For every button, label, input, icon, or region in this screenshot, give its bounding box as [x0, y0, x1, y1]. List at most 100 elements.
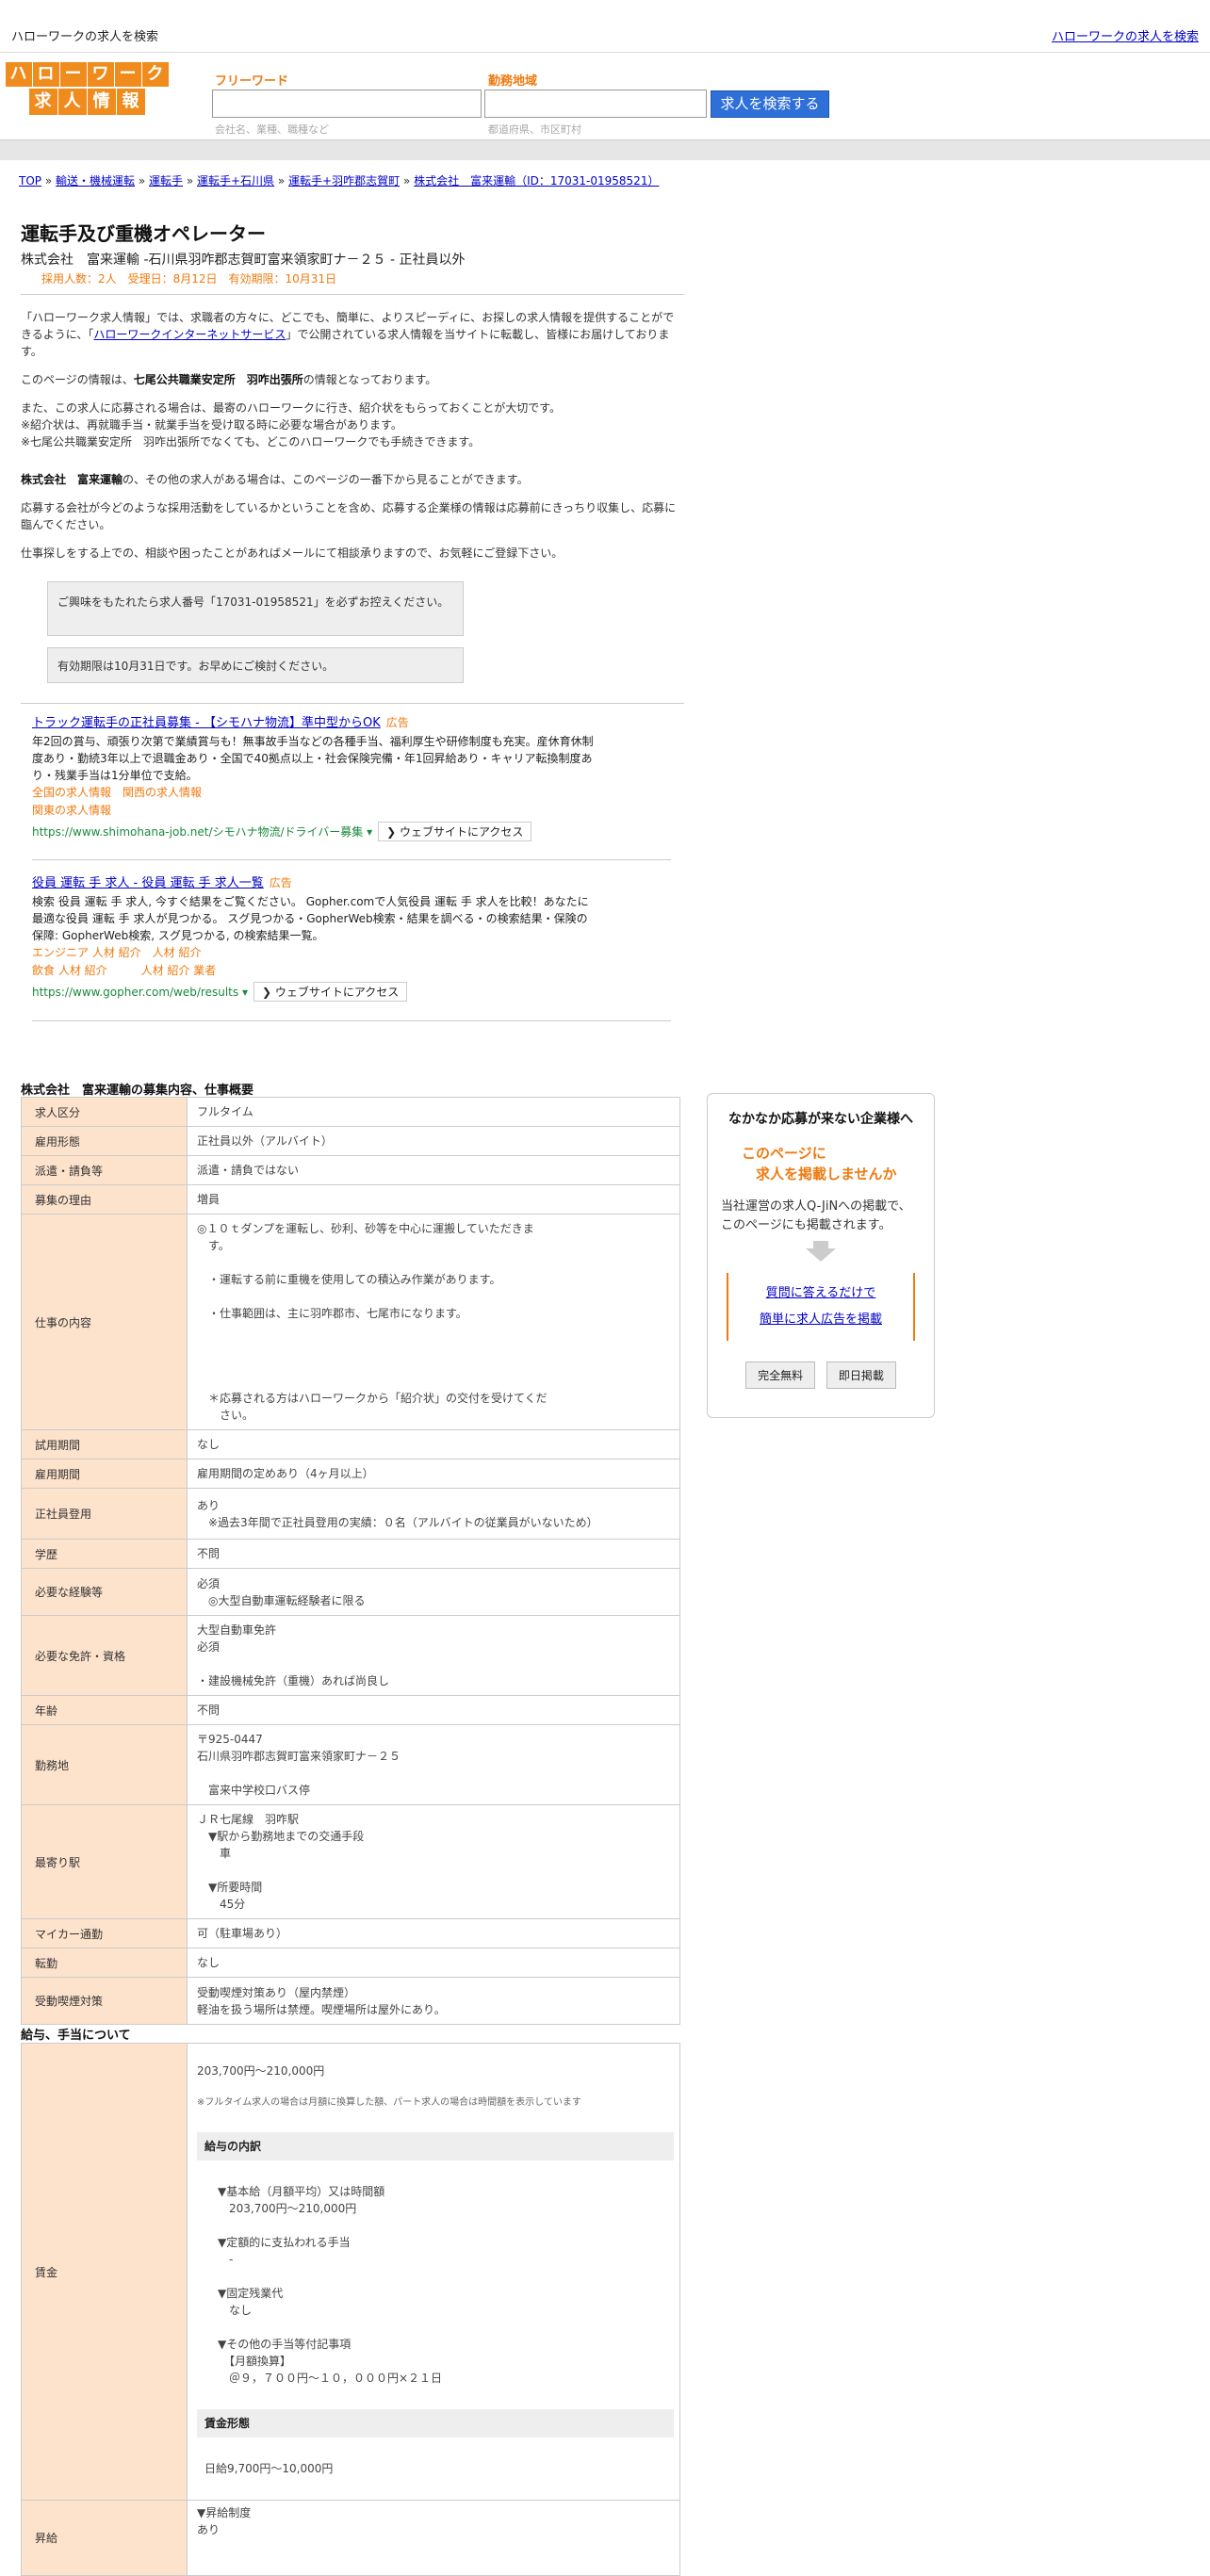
site-title: ハローワークの求人を検索 — [11, 30, 159, 44]
promo-links: 質問に答えるだけで 簡単に求人広告を掲載 — [727, 1273, 915, 1341]
divider — [21, 294, 684, 295]
row-value: 〒925-0447 石川県羽咋郡志賀町富来領家町ナ－２５ 富来中学校口バス停 — [187, 1724, 680, 1805]
job-details-heading: 株式会社 富来運輸の募集内容、仕事概要 — [21, 1084, 254, 1098]
row-label: 勤務地 — [21, 1724, 188, 1805]
search-button[interactable]: 求人を検索する — [711, 90, 829, 118]
breadcrumb-top[interactable]: TOP — [19, 174, 41, 187]
divider — [21, 703, 684, 704]
table-row: 受動喫煙対策 受動喫煙対策あり（屋内禁煙） 軽油を扱う場所は禁煙。喫煙場所は屋外に… — [21, 1977, 680, 2025]
row-value: 可（駐車場あり） — [187, 1918, 680, 1948]
row-label: 転勤 — [21, 1948, 188, 1978]
row-label: 賃金 — [21, 2043, 188, 2501]
ad-url[interactable]: https://www.gopher.com/web/results — [32, 986, 238, 999]
arrow-down-icon — [806, 1248, 836, 1262]
ad-headline[interactable]: トラック運転手の正社員募集 - 【シモハナ物流】準中型からOK — [32, 716, 381, 730]
row-label: 最寄り駅 — [21, 1804, 188, 1919]
table-row: 求人区分 フルタイム — [21, 1097, 680, 1127]
table-row: 昇給 ▼昇給制度 あり — [21, 2500, 680, 2576]
breadcrumb-driver-ishikawa[interactable]: 運転手+石川県 — [197, 174, 274, 187]
row-value: ◎１０ｔダンプを運転し、砂利、砂等を中心に運搬していただきま す。 ・運転する前… — [187, 1214, 680, 1430]
consult-paragraph: 仕事探しをする上での、相談や困ったことがあればメールにて相談承りますので、お気軽… — [21, 546, 564, 560]
row-label: 正社員登用 — [21, 1488, 188, 1540]
breadcrumb-company[interactable]: 株式会社 富来運輸（ID：17031-01958521） — [414, 174, 659, 187]
search-header: ハローワーク 求人情報 フリーワード 会社名、業種、職種など 勤務地域 都道府県… — [0, 53, 1210, 139]
hellowork-internet-link[interactable]: ハローワークインターネットサービス — [93, 328, 286, 341]
job-meta: 採用人数：2人 受理日：8月12日 有効期限：10月31日 — [41, 272, 337, 285]
table-row: マイカー通勤 可（駐車場あり） — [21, 1918, 680, 1948]
area-placeholder: 都道府県、市区町村 — [488, 123, 581, 136]
table-row: 試用期間 なし — [21, 1429, 680, 1459]
ad-body: 年2回の賞与、頑張り次第で業績賞与も！無事故手当などの各種手当、福利厚生や研修制… — [32, 735, 594, 782]
divider — [32, 859, 671, 860]
table-row: 雇用期間 雇用期間の定めあり（4ヶ月以上） — [21, 1459, 680, 1489]
ad-sublink[interactable]: 人材 紹介 — [153, 946, 202, 959]
ad-sublink[interactable]: 全国の求人情報 — [32, 786, 111, 799]
intro-paragraph: 「ハローワーク求人情報」では、求職者の方々に、どこでも、簡単に、よりスピーディに… — [21, 311, 675, 358]
table-row: 賃金 203,700円〜210,000円 ※フルタイム求人の場合は月額に換算した… — [21, 2043, 680, 2501]
ad-sublink[interactable]: 人材 紹介 業者 — [141, 964, 217, 977]
table-row: 年齢 不問 — [21, 1695, 680, 1725]
freeword-input[interactable] — [212, 90, 482, 118]
advertise-promo-box: なかなか応募が来ない企業様へ このページに 求人を掲載しませんか 当社運営の求人… — [707, 1093, 935, 1418]
area-input[interactable] — [484, 90, 707, 118]
salary-form-heading: 賃金形態 — [197, 2409, 674, 2437]
row-value: 受動喫煙対策あり（屋内禁煙） 軽油を扱う場所は禁煙。喫煙場所は屋外にあり。 — [187, 1977, 680, 2025]
row-label: 必要な免許・資格 — [21, 1615, 188, 1696]
row-label: 仕事の内容 — [21, 1214, 188, 1430]
table-row: 必要な経験等 必須 ◎大型自動車運転経験者に限る — [21, 1568, 680, 1616]
area-label: 勤務地域 — [488, 74, 538, 89]
breadcrumb-driver[interactable]: 運転手 — [149, 174, 183, 187]
row-value: 雇用期間の定めあり（4ヶ月以上） — [187, 1459, 680, 1489]
visit-website-button[interactable]: ❯ ウェブサイトにアクセス — [253, 982, 408, 1002]
promo-buttons: 完全無料 即日掲載 — [708, 1361, 934, 1389]
arrow-down-icon — [813, 1241, 828, 1248]
logo-row-1: ハローワーク — [4, 62, 170, 87]
ad-sublink[interactable]: エンジニア 人材 紹介 — [32, 946, 141, 959]
breadcrumb-driver-shika[interactable]: 運転手+羽咋郡志賀町 — [288, 174, 400, 187]
same-day-button[interactable]: 即日掲載 — [826, 1361, 896, 1389]
visit-website-button[interactable]: ❯ ウェブサイトにアクセス — [378, 822, 532, 841]
row-value: ＪＲ七尾線 羽咋駅 ▼駅から勤務地までの交通手段 車 ▼所要時間 45分 — [187, 1804, 680, 1919]
row-label: 昇給 — [21, 2500, 188, 2576]
job-header: 運転手及び重機オペレーター 株式会社 富来運輸 -石川県羽咋郡志賀町富来領家町ナ… — [21, 219, 684, 286]
row-value: 派遣・請負ではない — [187, 1155, 680, 1185]
hellowork-logo[interactable]: ハローワーク 求人情報 — [4, 62, 170, 117]
ad-sublink[interactable]: 関東の求人情報 — [32, 804, 111, 817]
ad-block-2: 役員 運転 手 求人 - 役員 運転 手 求人一覧 広告 検索 役員 運転 手 求… — [32, 872, 597, 1002]
table-row: 最寄り駅 ＪＲ七尾線 羽咋駅 ▼駅から勤務地までの交通手段 車 ▼所要時間 45分 — [21, 1804, 680, 1919]
table-row: 勤務地 〒925-0447 石川県羽咋郡志賀町富来領家町ナ－２５ 富来中学校口バス… — [21, 1724, 680, 1805]
salary-cell: 203,700円〜210,000円 ※フルタイム求人の場合は月額に換算した額、パ… — [187, 2043, 680, 2501]
table-row: 雇用形態 正社員以外（アルバイト） — [21, 1126, 680, 1156]
row-label: 受動喫煙対策 — [21, 1977, 188, 2025]
promo-link-questions[interactable]: 質問に答えるだけで — [766, 1286, 876, 1300]
row-label: 雇用期間 — [21, 1459, 188, 1489]
ad-url[interactable]: https://www.shimohana-job.net/シモハナ物流/ドライ… — [32, 825, 363, 839]
row-label: 年齢 — [21, 1695, 188, 1725]
table-row: 仕事の内容 ◎１０ｔダンプを運転し、砂利、砂等を中心に運搬していただきま す。 ・… — [21, 1214, 680, 1430]
ad-tag: 広告 — [385, 716, 409, 729]
freeword-label: フリーワード — [215, 74, 289, 89]
table-row: 募集の理由 増員 — [21, 1184, 680, 1215]
ad-sublink[interactable]: 飲食 人材 紹介 — [32, 964, 107, 977]
ad-headline[interactable]: 役員 運転 手 求人 - 役員 運転 手 求人一覧 — [32, 876, 264, 890]
salary-table: 賃金 203,700円〜210,000円 ※フルタイム求人の場合は月額に換算した… — [21, 2043, 680, 2576]
table-row: 必要な免許・資格 大型自動車免許 必須 ・建設機械免許（重機）あれば尚良し — [21, 1615, 680, 1696]
job-details-table: 求人区分 フルタイム 雇用形態 正社員以外（アルバイト） 派遣・請負等 派遣・請負ではない… — [21, 1097, 680, 2025]
office-paragraph: このページの情報は、七尾公共職業安定所 羽咋出張所の情報となっております。 — [21, 373, 437, 386]
promo-link-post-ad[interactable]: 簡単に求人広告を掲載 — [760, 1312, 882, 1327]
row-label: 募集の理由 — [21, 1184, 188, 1215]
breadcrumb: TOP » 輸送・機械運転 » 運転手 » 運転手+石川県 » 運転手+羽咋郡志… — [19, 174, 660, 187]
ad-sublink[interactable]: 関西の求人情報 — [123, 786, 202, 799]
row-value: あり ※過去3年間で正社員登用の実績：０名（アルバイトの従業員がいないため） — [187, 1488, 680, 1540]
row-label: 求人区分 — [21, 1097, 188, 1127]
ad-body: 検索 役員 運転 手 求人, 今すぐ結果をご覧ください。 Gopher.comで… — [32, 895, 589, 942]
promo-catch: このページに 求人を掲載しませんか — [742, 1145, 897, 1182]
research-paragraph: 応募する会社が今どのような採用活動をしているかということを含め、応募する企業様の… — [21, 501, 677, 531]
header-divider-band — [0, 139, 1210, 160]
salary-range: 203,700円〜210,000円 — [197, 2064, 325, 2078]
site-title-link[interactable]: ハローワークの求人を検索 — [1052, 26, 1199, 44]
breadcrumb-transport[interactable]: 輸送・機械運転 — [56, 174, 135, 187]
row-value: 増員 — [187, 1184, 680, 1215]
intro-section: 「ハローワーク求人情報」では、求職者の方々に、どこでも、簡単に、よりスピーディに… — [21, 309, 684, 573]
free-button[interactable]: 完全無料 — [745, 1361, 816, 1389]
